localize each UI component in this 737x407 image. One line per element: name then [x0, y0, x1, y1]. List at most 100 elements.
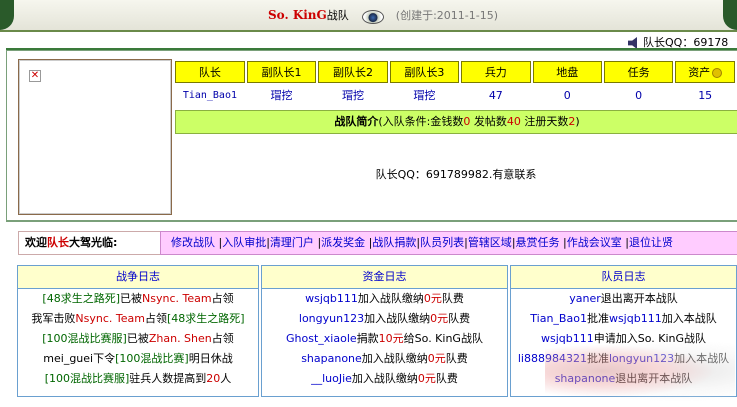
team-suffix: 战队	[326, 9, 349, 22]
broken-image-icon: ✕	[29, 70, 41, 82]
log-text: 下令	[93, 352, 116, 365]
stat-header-territory: 地盘	[532, 61, 602, 83]
stat-header-vice3: 副队长3	[389, 61, 460, 83]
welcome-role: 队长	[47, 236, 69, 249]
intro-cond-suffix: )	[575, 115, 580, 128]
log-text: 我军击败	[31, 312, 76, 325]
log-text: 已被	[126, 332, 149, 345]
log-user[interactable]: wsjqb111	[305, 292, 358, 305]
list-item: [48求生之路死]已被Nsync. Team占领	[18, 289, 258, 309]
log-territory: [48求生之路死]	[166, 312, 245, 325]
list-item: longyun123加入战队缴纳0元队费	[262, 309, 507, 329]
log-user[interactable]: Ghost_xiaole	[286, 332, 357, 345]
log-user[interactable]: longyun123	[299, 312, 364, 325]
team-name: So. KinG	[268, 8, 327, 22]
log-text: 占领	[211, 292, 234, 305]
log-text: 加入战队缴纳	[361, 352, 428, 365]
nav-link-bounty[interactable]: 悬赏任务	[516, 236, 560, 249]
stat-leader-link[interactable]: Tian_Bao1	[175, 85, 245, 105]
log-amount: 0元	[427, 352, 446, 365]
log-team: Nsync. Team	[75, 312, 145, 325]
nav-link-donate[interactable]: 战队捐款	[372, 236, 416, 249]
list-item: [100混战比赛服]已被Zhan. Shen占领	[18, 329, 258, 349]
war-log-title: 战争日志	[18, 266, 258, 289]
log-user[interactable]: yaner	[569, 292, 601, 305]
log-user[interactable]: wsjqb111	[609, 312, 662, 325]
log-team: Zhan. Shen	[148, 332, 212, 345]
log-text: 退出离开本战队	[600, 292, 678, 305]
stat-vice2-link[interactable]: 瑁挖	[318, 85, 388, 105]
stat-header-assets-label: 资产	[688, 66, 711, 79]
created-date: (创建于:2011-1-15)	[395, 9, 498, 22]
welcome-text: 欢迎队长大驾光临:	[18, 231, 164, 255]
title-bar-left-corner	[0, 0, 14, 30]
stat-header-leader: 队长	[175, 61, 245, 83]
intro-title: 战队简介	[334, 115, 379, 128]
log-text: 队费	[435, 372, 458, 385]
log-amount: 0元	[423, 292, 442, 305]
log-text: 队费	[448, 312, 471, 325]
log-text: 给So. KinG战队	[403, 332, 483, 345]
stat-tasks-value: 0	[603, 85, 674, 105]
title-bar: So. KinG战队 (创建于:2011-1-15)	[0, 0, 737, 32]
list-item: 我军击败Nsync. Team占领[48求生之路死]	[18, 309, 258, 329]
admin-links: 修改战队 |入队审批|清理门户 |派发奖金 |战队捐款|队员列表|管辖区域|悬赏…	[160, 231, 737, 255]
log-text: 队费	[445, 352, 468, 365]
nav-link-war-room[interactable]: 作战会议室	[567, 236, 622, 249]
log-text: 加入本战队	[661, 312, 717, 325]
panel-bottom-border	[6, 220, 737, 222]
log-text: 加入战队缴纳	[364, 312, 431, 325]
log-amount: 10元	[378, 332, 404, 345]
log-text: 加入战队缴纳	[357, 292, 424, 305]
list-item: [100混战比赛服]驻兵人数提高到20人	[18, 369, 258, 389]
member-log-title: 队员日志	[511, 266, 736, 289]
admin-nav: 欢迎队长大驾光临: 修改战队 |入队审批|清理门户 |派发奖金 |战队捐款|队员…	[14, 230, 737, 256]
log-text: 明日休战	[188, 352, 233, 365]
log-text: 批准	[586, 312, 609, 325]
stat-header-assets: 资产	[675, 61, 735, 83]
nav-link-edit-team[interactable]: 修改战队	[171, 236, 215, 249]
log-amount: 0元	[417, 372, 436, 385]
nav-link-purge[interactable]: 清理门户	[270, 236, 314, 249]
log-text: 驻兵人数提高到	[129, 372, 207, 385]
welcome-prefix: 欢迎	[25, 236, 47, 249]
log-user[interactable]: __luoJie	[311, 372, 352, 385]
log-territory: [48求生之路死]	[42, 292, 121, 305]
log-text: 人	[220, 372, 232, 385]
nav-link-abdicate[interactable]: 退位让贤	[629, 236, 673, 249]
stats-value-row: Tian_Bao1 瑁挖 瑁挖 瑁挖 47 0 0 15	[175, 85, 735, 105]
list-item: wsjqb111加入战队缴纳0元队费	[262, 289, 507, 309]
log-user[interactable]: Tian_Bao1	[530, 312, 587, 325]
war-log-panel: 战争日志 [48求生之路死]已被Nsync. Team占领 我军击败Nsync.…	[17, 265, 259, 397]
log-text: 已被	[120, 292, 143, 305]
stat-vice3-link[interactable]: 瑁挖	[389, 85, 460, 105]
stats-header-row: 队长 副队长1 副队长2 副队长3 兵力 地盘 任务 资产	[175, 61, 735, 83]
log-territory: [100混战比赛]	[115, 352, 189, 365]
title-bar-right-corner	[723, 0, 737, 30]
intro-days-label: 注册天数	[520, 115, 569, 128]
log-user[interactable]: shapanone	[301, 352, 362, 365]
log-text: 捐款	[356, 332, 379, 345]
log-text: 占领	[144, 312, 167, 325]
nav-link-territory[interactable]: 管辖区域	[468, 236, 512, 249]
welcome-suffix: 大驾光临:	[69, 236, 118, 249]
stat-assets-value: 15	[675, 85, 735, 105]
intro-body: 队长QQ：691789982.有意联系	[175, 134, 737, 214]
log-team: Nsync. Team	[142, 292, 212, 305]
nav-link-member-list[interactable]: 队员列表	[420, 236, 464, 249]
list-item: mei_guei下令[100混战比赛]明日休战	[18, 349, 258, 369]
log-text: 占领	[211, 332, 234, 345]
log-text: 加入战队缴纳	[351, 372, 418, 385]
stat-troops-value: 47	[461, 85, 531, 105]
page-title: So. KinG战队 (创建于:2011-1-15)	[268, 7, 498, 24]
log-number: 20	[206, 372, 221, 385]
fund-log-title: 资金日志	[262, 266, 507, 289]
stat-header-vice1: 副队长1	[246, 61, 317, 83]
nav-link-join-approval[interactable]: 入队审批	[222, 236, 266, 249]
coin-icon	[712, 68, 723, 78]
stat-header-troops: 兵力	[461, 61, 531, 83]
log-amount: 0元	[430, 312, 449, 325]
stat-vice1-link[interactable]: 瑁挖	[246, 85, 317, 105]
list-item: Ghost_xiaole捐款10元给So. KinG战队	[262, 329, 507, 349]
nav-link-bonus[interactable]: 派发奖金	[321, 236, 365, 249]
